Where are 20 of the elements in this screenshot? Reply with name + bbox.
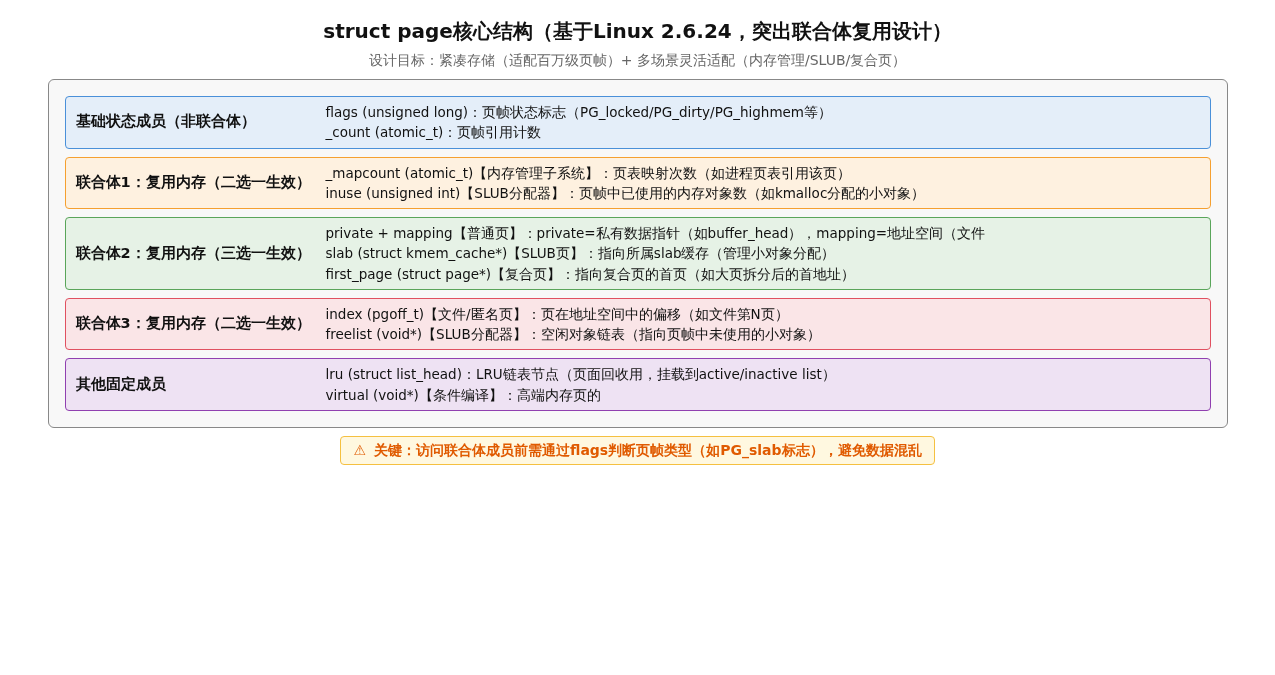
member-description: virtual (void*)【条件编译】：高端内存页的 bbox=[325, 385, 602, 405]
member-description: private + mapping【普通页】：private=私有数据指针（如buffer_head），mapping=地址空间（文件 bbox=[325, 224, 986, 243]
warning-text: 关键：访问联合体成员前需通过flags判断页帧类型（如PG_slab标志），避免数据混乱 bbox=[374, 440, 922, 461]
group-title: 联合体3：复用内存（二选一生效） bbox=[75, 314, 312, 334]
member-description: slab (struct kmem_cache*)【SLUB页】：指向所属slab缓存（管理小对象分配） bbox=[325, 244, 837, 264]
diagram-title: struct page核心结构（基于Linux 2.6.24，突出联合体复用设计） bbox=[323, 18, 952, 45]
group-title: 基础状态成员（非联合体） bbox=[75, 112, 257, 132]
member-description: flags (unsigned long)：页帧状态标志（PG_locked/PG_dirty/PG_highmem等） bbox=[325, 103, 833, 122]
diagram-subtitle: 设计目标：紧凑存储（适配百万级页帧）+ 多场景灵活适配（内存管理/SLUB/复合页） bbox=[368, 51, 907, 70]
group-title: 联合体2：复用内存（三选一生效） bbox=[75, 243, 312, 263]
warning-icon: ⚠ bbox=[353, 439, 366, 461]
group-title: 其他固定成员 bbox=[75, 374, 167, 394]
member-description: _count (atomic_t)：页帧引用计数 bbox=[325, 123, 543, 143]
member-description: index (pgoff_t)【文件/匿名页】：页在地址空间中的偏移（如文件第N页） bbox=[325, 304, 790, 324]
member-description: freelist (void*)【SLUB分配器】：空闲对象链表（指向页帧中未使用的小对象） bbox=[325, 325, 821, 344]
member-description: inuse (unsigned int)【SLUB分配器】：页帧中已使用的内存对象数（如kmalloc分配的小对象） bbox=[325, 183, 926, 203]
member-description: first_page (struct page*)【复合页】：指向复合页的首页（如大页拆分后的首地址） bbox=[325, 264, 857, 284]
group-title: 联合体1：复用内存（二选一生效） bbox=[75, 172, 312, 192]
member-description: lru (struct list_head)：LRU链表节点（页面回收用，挂载到active/inactive list） bbox=[325, 365, 836, 385]
member-description: _mapcount (atomic_t)【内存管理子系统】：页表映射次数（如进程页表引用该页） bbox=[325, 163, 853, 183]
